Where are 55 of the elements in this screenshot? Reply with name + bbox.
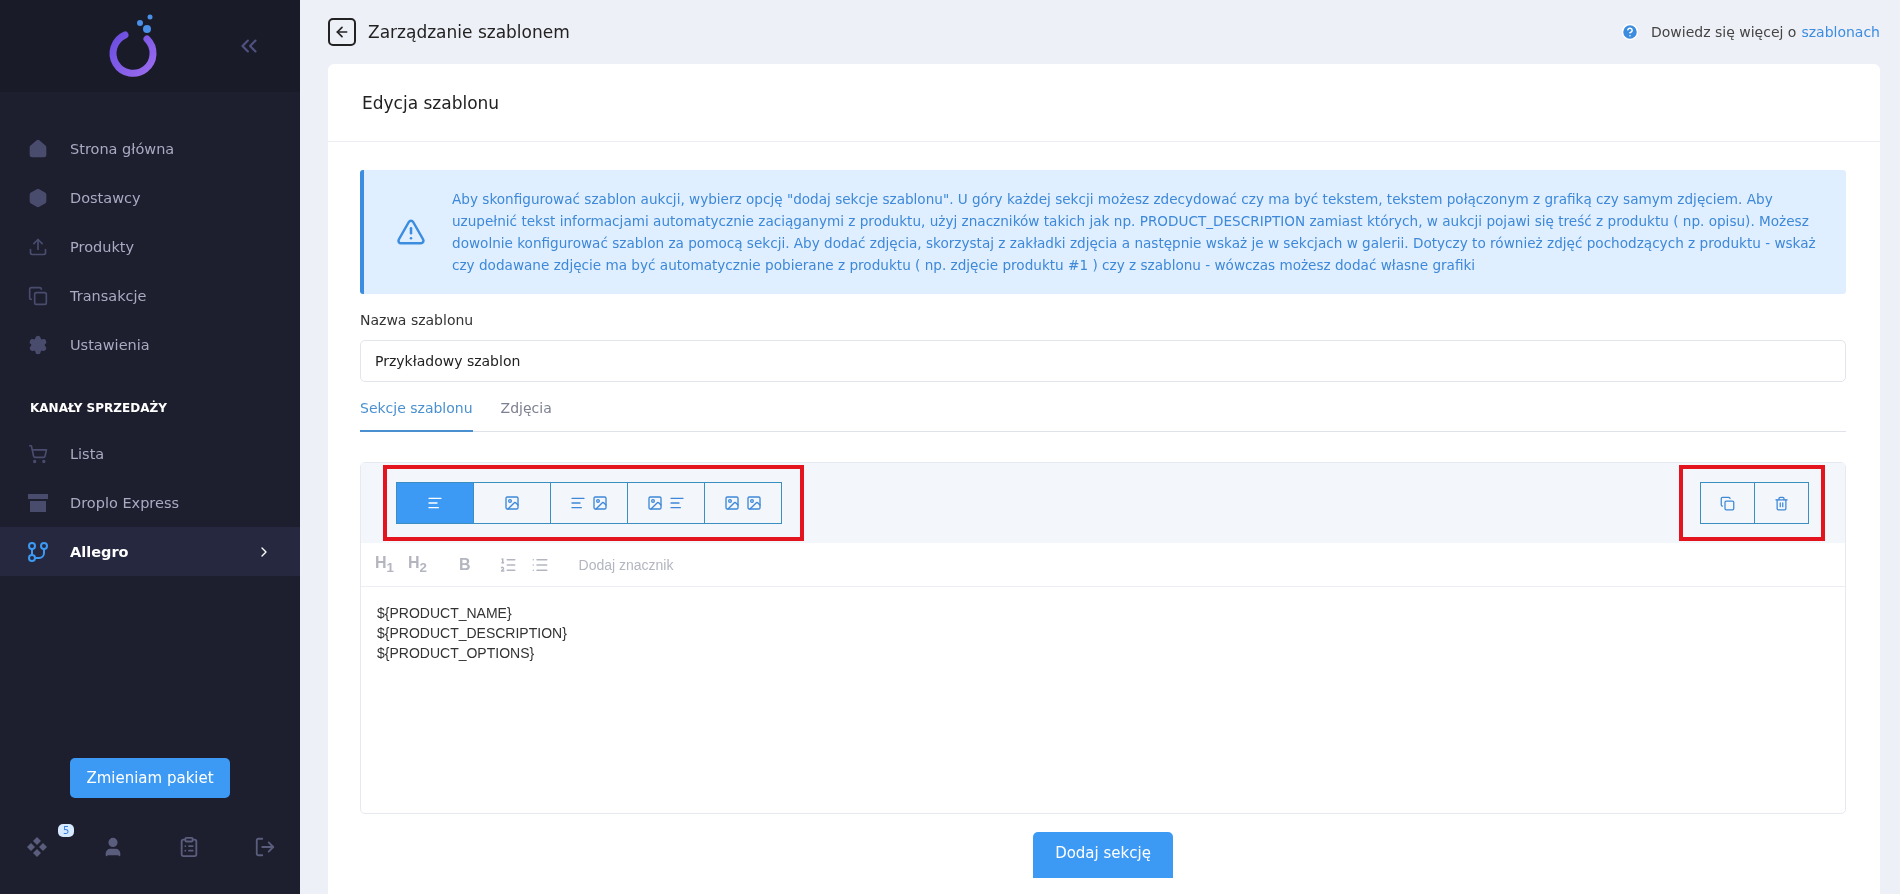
layout-button[interactable]: [473, 482, 551, 524]
card-title: Edycja szablonu: [328, 64, 1880, 142]
section-heading: KANAŁY SPRZEDAŻY: [29, 399, 168, 417]
delete-button[interactable]: [1754, 482, 1809, 524]
layout-button[interactable]: [627, 482, 705, 524]
editor-line: ${PRODUCT_NAME}: [377, 604, 513, 623]
cart-icon: [28, 443, 48, 464]
tab[interactable]: Sekcje szablonu: [360, 388, 473, 432]
copy-icon: [1720, 495, 1735, 511]
sidebar-item[interactable]: Dostawcy: [0, 173, 300, 222]
clipboard-icon[interactable]: [178, 836, 200, 858]
editor-content[interactable]: ${PRODUCT_NAME} ${PRODUCT_DESCRIPTION} ${PRODUCT_OPTIONS}: [361, 587, 1845, 679]
layout-button[interactable]: [550, 482, 628, 524]
editor-line: ${PRODUCT_OPTIONS}: [377, 644, 536, 663]
duplicate-button[interactable]: [1700, 482, 1755, 524]
help-icon: [1621, 23, 1639, 41]
tray-icon: [28, 236, 48, 257]
layout-button[interactable]: [704, 482, 782, 524]
sidebar-item[interactable]: Allegro: [0, 527, 300, 576]
grid-icon[interactable]: [26, 836, 48, 858]
text-lines-icon: [427, 495, 443, 511]
image-icon: [504, 495, 520, 511]
text-lines-icon: [669, 495, 685, 511]
store-icon: [28, 493, 48, 512]
copy-icon: [28, 285, 48, 306]
field-label: Nazwa szablonu: [360, 312, 475, 328]
back-button[interactable]: [328, 18, 356, 46]
notification-badge: 5: [58, 824, 75, 837]
sidebar-item[interactable]: Ustawienia: [0, 320, 300, 369]
warning-icon: [396, 217, 426, 247]
home-icon: [28, 138, 48, 159]
ordered-list-icon[interactable]: [498, 555, 517, 574]
image-icon: [647, 495, 663, 511]
sidebar-item[interactable]: Transakcje: [0, 271, 300, 320]
back-arrow-icon: [334, 24, 350, 40]
sidebar-item[interactable]: Lista: [0, 429, 300, 478]
sidebar-item[interactable]: Produkty: [0, 222, 300, 271]
gear-icon: [28, 334, 48, 355]
sidebar-item[interactable]: Droplo Express: [0, 478, 300, 527]
image-icon: [592, 495, 608, 511]
sidebar-item[interactable]: Strona główna: [0, 124, 300, 173]
layout-button[interactable]: [396, 482, 474, 524]
editor-line: ${PRODUCT_DESCRIPTION}: [377, 624, 568, 643]
image-icon: [746, 495, 762, 511]
template-name-field[interactable]: Przykładowy szablon: [360, 340, 1846, 382]
page-title: Zarządzanie szablonem: [368, 22, 571, 42]
box-icon: [28, 187, 48, 208]
text-lines-icon: [570, 495, 586, 511]
nodes-icon: [28, 541, 48, 562]
image-icon: [724, 495, 740, 511]
trash-icon: [1774, 495, 1789, 511]
tab[interactable]: Zdjęcia: [500, 388, 552, 432]
info-text: Aby skonfigurować szablon aukcji, wybierz opcję "dodaj sekcje szablonu". U góry każdej sekcji możesz zdecydować czy ma być tekstem, tekstem połączonym z grafiką czy samym zdjęciem. Aby uzupełnić tekst informacjami automatycznie zaciąganymi z produktu, użyj znaczników takich jak np. PRODUCT_DESCRIPTION zamiast których, w aukcji pojawi się treść z produktu ( np. opisu). Możesz dowolnie konfigurować szablon za pomocą sekcji. Aby dodać zdjęcia, skorzystaj z zakładki zdjęcia a następnie wskaż je w sekcjach w galerii. Dotyczy to również zdjęć pochodzących z produktu - wskaż czy dodawane zdjęcie ma być automatycznie pobierane z produktu ( np. zdjęcie produktu #1 ) czy z szablonu - wówczas możesz dodać własne grafiki: [452, 190, 1817, 275]
logout-icon[interactable]: [254, 836, 276, 858]
help-text: Dowiedz się więcej o szablonach: [1651, 24, 1880, 40]
